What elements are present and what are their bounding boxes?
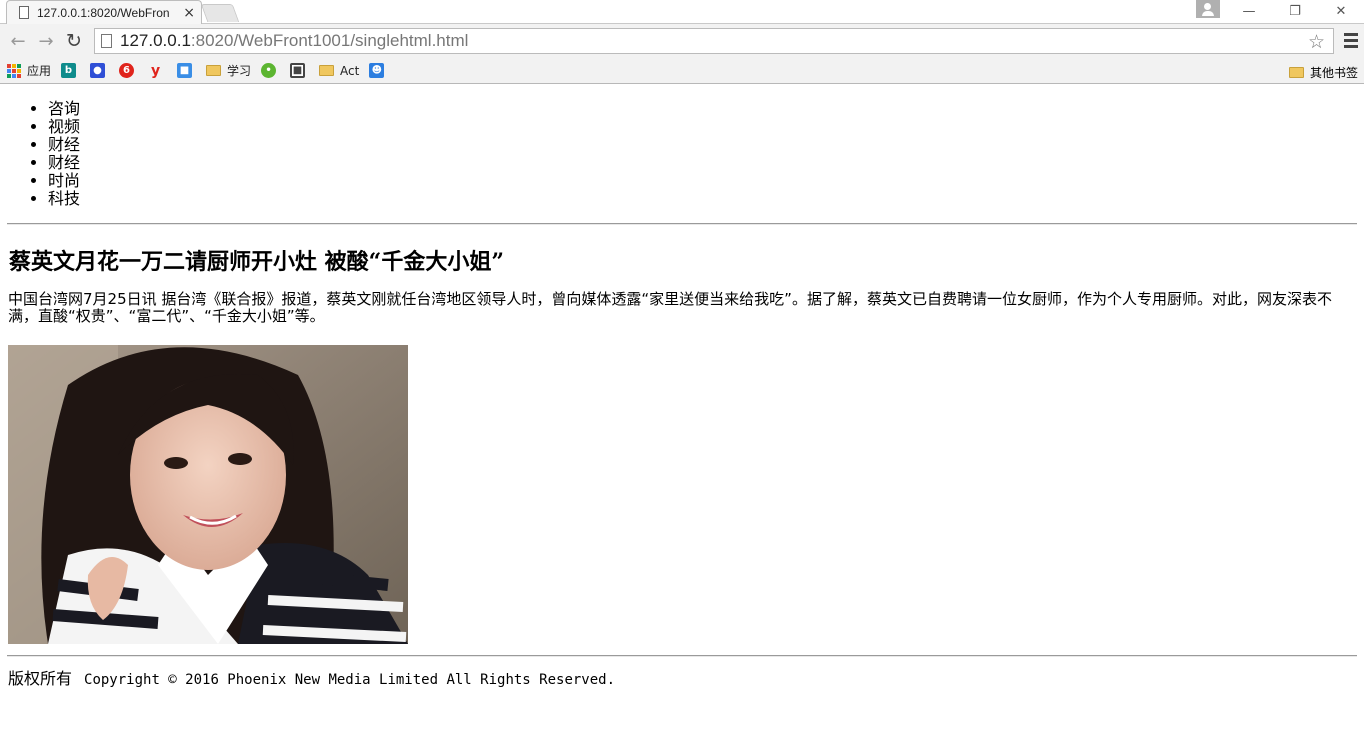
weibo-icon: 6 — [119, 63, 135, 78]
nav-item[interactable]: 财经 — [48, 136, 1364, 154]
nav-item[interactable]: 财经 — [48, 154, 1364, 172]
page-content: 咨询 视频 财经 财经 时尚 科技 蔡英文月花一万二请厨师开小灶 被酸“千金大小… — [0, 84, 1364, 730]
forward-button[interactable]: → — [32, 27, 60, 55]
bookmark-weibo[interactable]: 6 — [119, 63, 138, 78]
minimize-button[interactable]: — — [1226, 0, 1272, 22]
nav-item[interactable]: 咨询 — [48, 100, 1364, 118]
divider — [0, 655, 1364, 657]
browser-tab[interactable]: 127.0.0.1:8020/WebFron × — [6, 0, 202, 24]
article-body: 中国台湾网7月25日讯 据台湾《联合报》报道，蔡英文刚就任台湾地区领导人时，曾向… — [8, 290, 1332, 325]
close-window-button[interactable]: ✕ — [1318, 0, 1364, 22]
restore-button[interactable]: ❐ — [1272, 0, 1318, 22]
tab-close-button[interactable]: × — [183, 5, 195, 21]
nav-item[interactable]: 时尚 — [48, 172, 1364, 190]
bookmark-baidu[interactable]: ● — [90, 63, 109, 78]
nav-list: 咨询 视频 财经 财经 时尚 科技 — [0, 100, 1364, 208]
nav-item[interactable]: 视频 — [48, 118, 1364, 136]
apps-icon — [7, 63, 21, 78]
bookmark-youku[interactable]: y — [148, 62, 167, 79]
tv-icon: ■ — [290, 63, 306, 78]
reload-button[interactable]: ↻ — [60, 27, 88, 55]
user-icon — [1204, 3, 1211, 10]
photo-icon: ■ — [177, 63, 193, 78]
folder-icon — [1288, 67, 1304, 78]
bookmark-tv[interactable]: ■ — [290, 63, 309, 78]
profile-button[interactable] — [1196, 0, 1220, 18]
address-bar[interactable]: 127.0.0.1:8020/WebFront1001/singlehtml.h… — [94, 28, 1334, 54]
tab-title: 127.0.0.1:8020/WebFron — [37, 5, 170, 20]
bookmark-folder-study[interactable]: 学习 — [206, 62, 251, 79]
divider — [0, 223, 1364, 225]
bookmark-folder-act[interactable]: Act — [319, 64, 359, 78]
menu-icon[interactable] — [1344, 33, 1358, 51]
footer: 版权所有 Copyright © 2016 Phoenix New Media L… — [8, 665, 615, 689]
article-photo — [8, 345, 408, 644]
bookmark-bing[interactable]: b — [61, 63, 80, 78]
bing-icon: b — [61, 63, 77, 78]
new-tab-button[interactable] — [200, 4, 240, 22]
bookmark-star-icon[interactable]: ☆ — [1308, 31, 1325, 53]
chat-icon: • — [261, 63, 277, 78]
baidu-icon: ● — [90, 63, 106, 78]
browser-toolbar: ← → ↻ 127.0.0.1:8020/WebFront1001/single… — [0, 24, 1364, 58]
nav-item[interactable]: 科技 — [48, 190, 1364, 208]
bookmarks-bar: 应用 b ● 6 y ■ 学习 • ■ Act ☻ 其他书签 — [0, 58, 1364, 84]
footer-copyright: Copyright © 2016 Phoenix New Media Limit… — [84, 672, 616, 688]
tab-strip: 127.0.0.1:8020/WebFron × — ❐ ✕ — [0, 0, 1364, 24]
bookmark-chat[interactable]: • — [261, 63, 280, 78]
folder-icon — [319, 65, 335, 76]
footer-label: 版权所有 — [8, 669, 73, 688]
bookmark-photo[interactable]: ■ — [177, 63, 196, 78]
url-text: 127.0.0.1:8020/WebFront1001/singlehtml.h… — [120, 31, 469, 50]
page-icon — [101, 34, 112, 48]
youku-icon: y — [150, 62, 161, 79]
bookmark-apps[interactable]: 应用 — [7, 62, 51, 79]
other-bookmarks[interactable]: 其他书签 — [1288, 64, 1358, 81]
folder-icon — [206, 65, 222, 76]
article-headline: 蔡英文月花一万二请厨师开小灶 被酸“千金大小姐” — [9, 249, 504, 275]
bookmark-app[interactable]: ☻ — [369, 63, 388, 78]
app-icon: ☻ — [369, 63, 385, 78]
page-icon — [19, 6, 29, 19]
back-button[interactable]: ← — [4, 27, 32, 55]
